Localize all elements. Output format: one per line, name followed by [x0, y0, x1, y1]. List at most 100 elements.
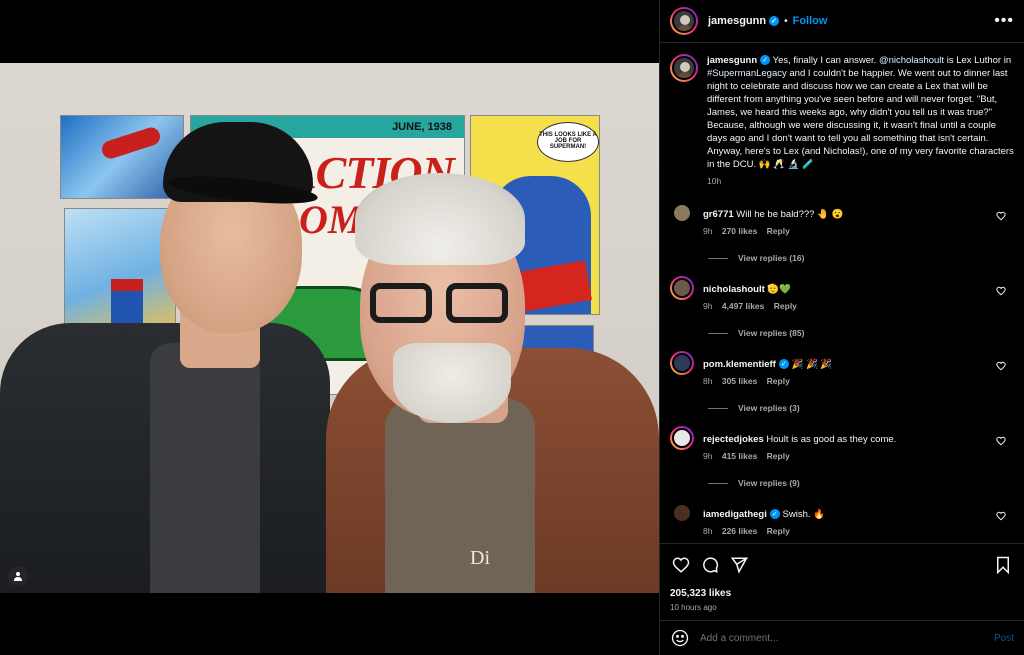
speech-bubble: THIS LOOKS LIKE A JOB FOR SUPERMAN! — [537, 122, 599, 162]
view-replies-label[interactable]: View replies (9) — [738, 478, 800, 488]
caption-mid: is Lex Luthor in — [944, 55, 1012, 66]
caption-username[interactable]: jamesgunn — [707, 55, 757, 66]
view-replies-label[interactable]: View replies (85) — [738, 328, 804, 338]
comment-like-icon[interactable] — [996, 286, 1006, 296]
shirt-logo: Di — [470, 547, 490, 569]
comment-likes[interactable]: 270 likes — [722, 226, 757, 236]
view-replies-button[interactable]: View replies (16) — [708, 253, 1014, 263]
comment-text: Swish. 🔥 — [782, 509, 825, 520]
comment-icon[interactable] — [699, 554, 721, 576]
commenter-username[interactable]: gr6771 — [703, 209, 734, 220]
comment-meta: 9h 415 likes Reply — [703, 450, 993, 463]
comment-body: gr6771 Will he be bald??? 🤚 😮 9h 270 lik… — [703, 201, 993, 238]
view-replies-button[interactable]: View replies (85) — [708, 328, 1014, 338]
comment-like-icon[interactable] — [996, 436, 1006, 446]
commenter-avatar[interactable] — [670, 276, 694, 300]
comment-body: nicholashoult 🫡💚 9h 4,497 likes Reply — [703, 276, 993, 313]
reply-button[interactable]: Reply — [767, 226, 790, 236]
view-replies-label[interactable]: View replies (16) — [738, 253, 804, 263]
comment-item: pom.klementieff ✓ 🎉 🎉 🎉 8h 305 likes Repl… — [670, 351, 1014, 413]
user-tag-icon[interactable] — [8, 566, 28, 586]
reply-button[interactable]: Reply — [767, 526, 790, 536]
comment-text: 🫡💚 — [767, 284, 792, 295]
comments-section[interactable]: jamesgunn ✓ Yes, finally I can answer. @n… — [660, 44, 1024, 542]
share-icon[interactable] — [728, 554, 750, 576]
comment-time: 9h — [703, 301, 713, 311]
caption-intro: Yes, finally I can answer. — [772, 55, 879, 66]
verified-icon: ✓ — [769, 509, 780, 520]
reply-button[interactable]: Reply — [774, 301, 797, 311]
author-username[interactable]: jamesgunn ✓ — [708, 15, 780, 27]
comment-row: gr6771 Will he be bald??? 🤚 😮 9h 270 lik… — [670, 201, 1014, 238]
reply-button[interactable]: Reply — [767, 451, 790, 461]
comment-meta: 9h 4,497 likes Reply — [703, 300, 993, 313]
more-icon[interactable]: ••• — [994, 12, 1014, 30]
poster-superman-standing — [64, 208, 176, 338]
comment-item: rejectedjokes Hoult is as good as they c… — [670, 426, 1014, 488]
person-left-shirt — [150, 343, 260, 593]
like-icon[interactable] — [670, 554, 692, 576]
commenter-username[interactable]: nicholashoult — [703, 284, 765, 295]
comment-meta: 9h 270 likes Reply — [703, 225, 993, 238]
comment-text: 🎉 🎉 🎉 — [791, 359, 833, 370]
commenter-username[interactable]: rejectedjokes — [703, 434, 764, 445]
commenter-avatar[interactable] — [670, 501, 694, 525]
comment-row: pom.klementieff ✓ 🎉 🎉 🎉 8h 305 likes Repl… — [670, 351, 1014, 388]
post-header: jamesgunn ✓ • Follow ••• — [660, 0, 1024, 43]
post-caption: jamesgunn ✓ Yes, finally I can answer. @n… — [670, 54, 1014, 188]
comment-row: rejectedjokes Hoult is as good as they c… — [670, 426, 1014, 463]
comment-list: gr6771 Will he be bald??? 🤚 😮 9h 270 lik… — [670, 201, 1014, 538]
caption-author-avatar[interactable] — [670, 54, 698, 82]
comment-likes[interactable]: 226 likes — [722, 526, 757, 536]
commenter-avatar[interactable] — [670, 426, 694, 450]
comment-item: gr6771 Will he be bald??? 🤚 😮 9h 270 lik… — [670, 201, 1014, 263]
replies-divider — [708, 407, 728, 409]
commenter-username[interactable]: iamedigathegi — [703, 509, 767, 520]
person-right-shirt — [385, 398, 535, 593]
reply-button[interactable]: Reply — [767, 376, 790, 386]
save-icon[interactable] — [992, 554, 1014, 576]
comment-like-icon[interactable] — [996, 511, 1006, 521]
commenter-avatar[interactable] — [670, 201, 694, 225]
author-avatar[interactable] — [670, 7, 698, 35]
comment-row: iamedigathegi ✓ Swish. 🔥 8h 226 likes Rep… — [670, 501, 1014, 538]
comment-likes[interactable]: 305 likes — [722, 376, 757, 386]
comment-likes[interactable]: 4,497 likes — [722, 301, 765, 311]
replies-divider — [708, 332, 728, 334]
verified-icon: ✓ — [760, 55, 771, 66]
view-replies-label[interactable]: View replies (3) — [738, 403, 800, 413]
view-replies-button[interactable]: View replies (9) — [708, 478, 1014, 488]
post-time[interactable]: 10 hours ago — [670, 603, 1014, 612]
caption-text: jamesgunn ✓ Yes, finally I can answer. @n… — [707, 54, 1014, 188]
comment-composer: Post — [660, 620, 1024, 655]
post-panel: jamesgunn ✓ • Follow ••• jamesgunn ✓ Yes, … — [659, 0, 1024, 655]
caption-meta: 10h — [707, 175, 1014, 188]
caption-mention[interactable]: @nicholashoult — [879, 55, 944, 66]
comment-item: nicholashoult 🫡💚 9h 4,497 likes Reply Vi… — [670, 276, 1014, 338]
comment-text: Will he be bald??? 🤚 😮 — [736, 209, 844, 220]
follow-button[interactable]: Follow — [793, 15, 828, 27]
comment-input[interactable] — [700, 632, 994, 644]
likes-count[interactable]: 205,323 likes — [670, 588, 1014, 599]
post-comment-button[interactable]: Post — [994, 633, 1014, 644]
post-media: JUNE, 1938 ACTION OMI THIS LOOKS LIKE A … — [0, 0, 659, 655]
comment-body: iamedigathegi ✓ Swish. 🔥 8h 226 likes Rep… — [703, 501, 993, 538]
comment-meta: 8h 305 likes Reply — [703, 375, 993, 388]
view-replies-button[interactable]: View replies (3) — [708, 403, 1014, 413]
caption-hashtag[interactable]: #SupermanLegacy — [707, 68, 787, 79]
comment-likes[interactable]: 415 likes — [722, 451, 757, 461]
comment-item: iamedigathegi ✓ Swish. 🔥 8h 226 likes Rep… — [670, 501, 1014, 538]
comment-like-icon[interactable] — [996, 361, 1006, 371]
post-photo[interactable]: JUNE, 1938 ACTION OMI THIS LOOKS LIKE A … — [0, 63, 659, 593]
caption-time: 10h — [707, 176, 722, 186]
comment-time: 9h — [703, 226, 713, 236]
comment-like-icon[interactable] — [996, 211, 1006, 221]
comment-time: 8h — [703, 526, 713, 536]
comment-time: 8h — [703, 376, 713, 386]
emoji-icon[interactable] — [670, 628, 690, 648]
comment-meta: 8h 226 likes Reply — [703, 525, 993, 538]
commenter-username[interactable]: pom.klementieff — [703, 359, 776, 370]
commenter-avatar[interactable] — [670, 351, 694, 375]
header-separator: • — [784, 15, 788, 27]
person-right-beard — [393, 343, 511, 423]
